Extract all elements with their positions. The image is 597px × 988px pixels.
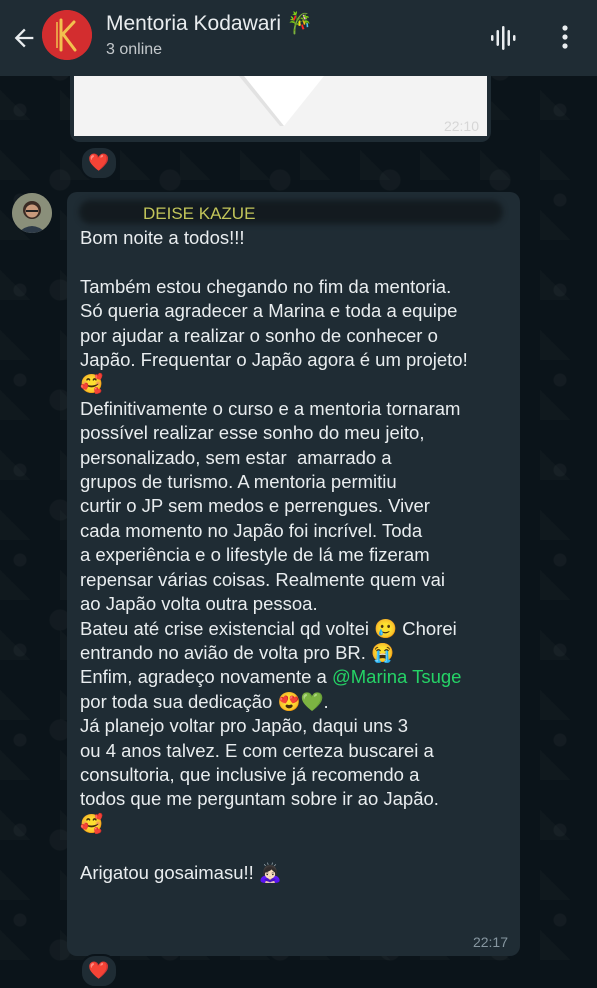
message-time: 22:17 [472,934,508,950]
message-dedicacao-text: por toda sua dedicação 😍💚. [80,690,329,712]
message-body-part-1: Bom noite a todos!!! Também estou chegan… [80,227,468,663]
group-avatar[interactable] [42,10,92,60]
mention-link[interactable]: @Marina Tsuge [332,666,462,687]
sender-name[interactable]: DEISE KAZUE [143,204,255,224]
back-arrow-icon[interactable] [10,24,38,52]
chat-title[interactable]: Mentoria Kodawari 🎋 [106,12,313,36]
audio-chat-icon[interactable] [488,24,520,52]
message-image[interactable] [74,76,487,136]
message-enfim-text: Enfim, agradeço novamente a [80,666,332,688]
person-avatar-icon [12,193,52,233]
online-status: 3 online [106,41,163,58]
message-body-part-2: Já planejo voltar pro Japão, daqui uns 3… [80,715,439,883]
group-logo-icon [42,10,92,60]
message-text: Bom noite a todos!!! Também estou chegan… [80,226,512,885]
reaction-badge[interactable]: ❤️ [80,146,118,180]
heart-reaction: ❤️ [88,153,110,172]
message-bubble[interactable]: DEISE KAZUE Bom noite a todos!!! Também … [67,192,520,956]
more-options-icon[interactable] [556,22,574,52]
message-time: 22:10 [443,118,479,134]
sender-avatar[interactable] [12,193,52,233]
chat-header: Mentoria Kodawari 🎋 3 online [0,0,597,76]
previous-image-message[interactable]: 22:10 [70,76,491,142]
heart-reaction: ❤️ [88,961,110,980]
image-shape [74,76,487,136]
